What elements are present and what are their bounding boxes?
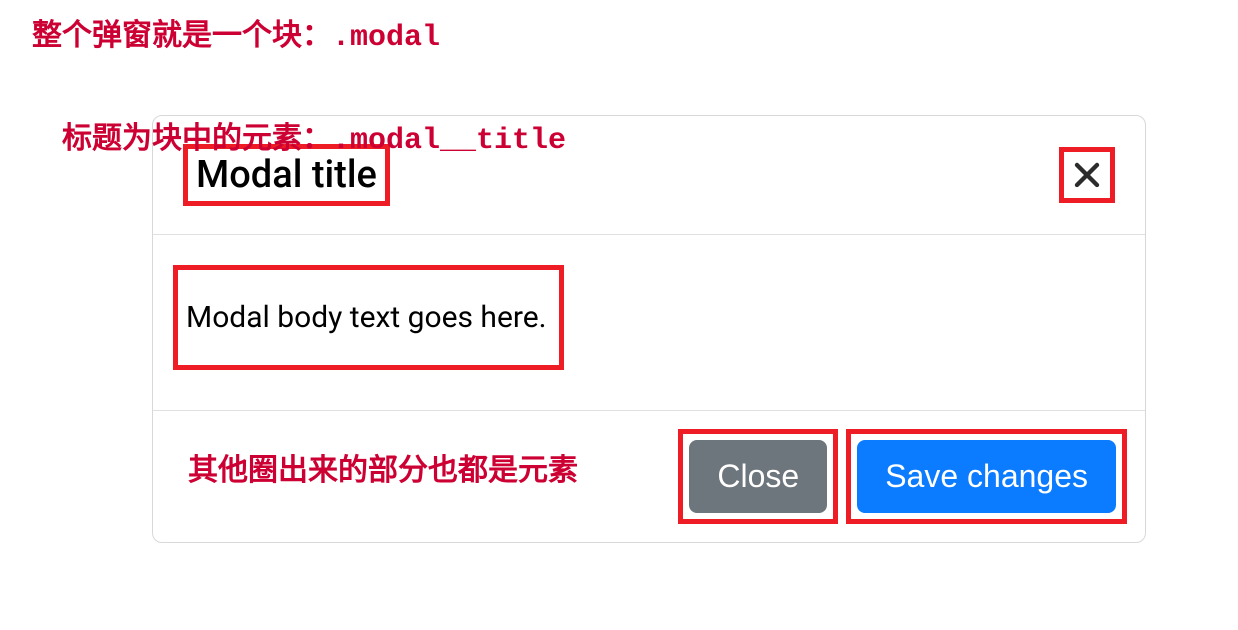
annotation-text: 标题为块中的元素： <box>62 121 332 156</box>
body-highlight-box: Modal body text goes here. <box>173 265 564 370</box>
annotation-block-label: 整个弹窗就是一个块：.modal <box>32 10 440 55</box>
modal-body: Modal body text goes here. <box>153 235 1145 410</box>
save-changes-button[interactable]: Save changes <box>857 440 1116 513</box>
close-icon[interactable] <box>1072 160 1102 190</box>
save-button-highlight-box: Save changes <box>846 429 1127 524</box>
annotation-code: .modal <box>332 21 440 55</box>
annotation-text: 整个弹窗就是一个块： <box>32 18 332 53</box>
annotation-code: .modal__title <box>332 124 566 158</box>
close-button-highlight-box: Close <box>678 429 838 524</box>
annotation-title-label: 标题为块中的元素：.modal__title <box>62 113 566 158</box>
modal-body-text: Modal body text goes here. <box>186 300 547 335</box>
close-highlight-box <box>1059 147 1115 203</box>
annotation-elements-label: 其他圈出来的部分也都是元素 <box>188 445 578 489</box>
modal-title: Modal title <box>196 153 377 197</box>
close-button[interactable]: Close <box>689 440 827 513</box>
